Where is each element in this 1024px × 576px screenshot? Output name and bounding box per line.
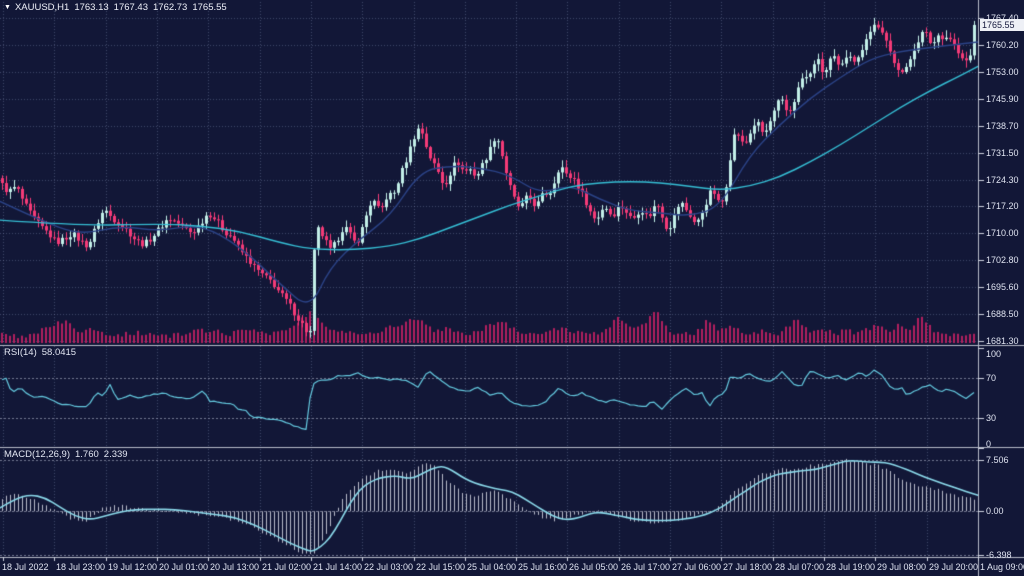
symbol-label: XAUUSD,H1 (15, 2, 69, 13)
rsi-tick-label: 100 (986, 349, 1001, 359)
time-axis-label: 25 Jul 04:00 (467, 562, 516, 572)
time-axis-label: 18 Jul 23:00 (56, 562, 105, 572)
rsi-pane-header: RSI(14) 58.0415 (4, 348, 81, 358)
price-tick-label: 1688.50 (986, 309, 1019, 319)
price-tick-label: 1731.50 (986, 148, 1019, 158)
price-tick-label: 1681.30 (986, 336, 1019, 346)
macd-pane-header: MACD(12,26,9) 1.760 2.339 (4, 450, 133, 460)
price-tick-label: 1724.30 (986, 175, 1019, 185)
price-tick-label: 1760.20 (986, 40, 1019, 50)
price-tick-label: 1717.20 (986, 201, 1019, 211)
time-axis-label: 21 Jul 02:00 (262, 562, 311, 572)
time-axis-label: 20 Jul 01:00 (159, 562, 208, 572)
rsi-tick-label: 30 (986, 413, 996, 423)
trading-terminal-chart-window: ▼ XAUUSD,H1 1763.13 1767.43 1762.73 1765.55 R… (0, 0, 1024, 576)
ohlc-low-value: 1762.73 (153, 2, 187, 13)
time-axis-label: 22 Jul 03:00 (364, 562, 413, 572)
time-axis-label: 26 Jul 05:00 (569, 562, 618, 572)
ohlc-close-value: 1765.55 (192, 2, 226, 13)
macd-main-value: 1.760 (75, 449, 99, 460)
time-axis-label: 28 Jul 19:00 (826, 562, 875, 572)
symbol-dropdown-icon[interactable]: ▼ (4, 4, 11, 11)
price-tick-label: 1745.90 (986, 94, 1019, 104)
time-axis-label: 20 Jul 13:00 (210, 562, 259, 572)
macd-tick-label: 0.00 (986, 506, 1004, 516)
ohlc-high-value: 1767.43 (114, 2, 148, 13)
macd-signal-value: 2.339 (104, 449, 128, 460)
symbol-ohlc-header: ▼ XAUUSD,H1 1763.13 1767.43 1762.73 1765.55 (4, 3, 232, 14)
price-tick-label: 1753.00 (986, 67, 1019, 77)
price-tick-label: 1702.80 (986, 255, 1019, 265)
time-axis-label: 22 Jul 15:00 (416, 562, 465, 572)
ohlc-open-value: 1763.13 (74, 2, 108, 13)
price-tick-label: 1695.60 (986, 282, 1019, 292)
rsi-tick-label: 0 (986, 439, 991, 449)
time-axis-label: 27 Jul 06:00 (672, 562, 721, 572)
chart-canvas[interactable] (0, 0, 1024, 576)
rsi-current-value: 58.0415 (42, 347, 76, 358)
time-axis-label: 27 Jul 18:00 (723, 562, 772, 572)
time-axis-label: 26 Jul 17:00 (621, 562, 670, 572)
macd-indicator-label: MACD(12,26,9) (4, 449, 70, 460)
time-axis-label: 25 Jul 16:00 (518, 562, 567, 572)
price-tick-label: 1738.70 (986, 121, 1019, 131)
time-axis-label: 19 Jul 12:00 (108, 562, 157, 572)
current-price-marker: 1765.55 (980, 19, 1024, 31)
time-axis-label: 1 Aug 09:00 (980, 562, 1024, 572)
price-tick-label: 1710.00 (986, 228, 1019, 238)
time-axis-label: 29 Jul 08:00 (877, 562, 926, 572)
macd-tick-label: 7.506 (986, 455, 1009, 465)
time-axis-label: 29 Jul 20:00 (929, 562, 978, 572)
time-axis-label: 18 Jul 2022 (2, 562, 49, 572)
rsi-indicator-label: RSI(14) (4, 347, 37, 358)
rsi-tick-label: 70 (986, 373, 996, 383)
time-axis-label: 28 Jul 07:00 (775, 562, 824, 572)
time-axis-label: 21 Jul 14:00 (313, 562, 362, 572)
macd-tick-label: -6.398 (986, 550, 1012, 560)
